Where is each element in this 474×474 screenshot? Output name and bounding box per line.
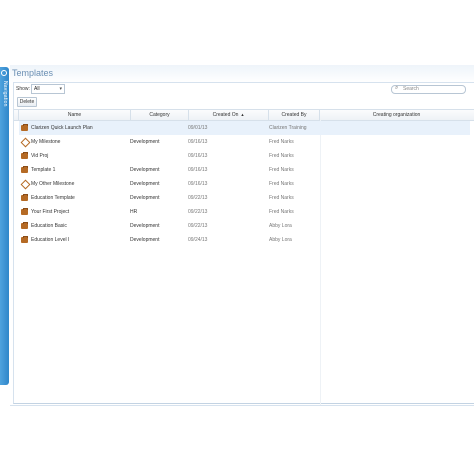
cell-category: Development	[130, 167, 160, 173]
navigation-toggle-icon[interactable]	[1, 70, 7, 76]
table-row[interactable]: My Other Milestone Development 09/16/13 Fre…	[14, 177, 474, 191]
table-row[interactable]: Education Level I Development 09/24/13 Abby…	[14, 233, 474, 247]
cell-created-by: Clarizen Training	[269, 125, 307, 131]
cell-created-by: Fred Narks	[269, 153, 294, 159]
sort-ascending-icon: ▲	[240, 112, 245, 117]
table-row[interactable]: Education Basic Development 09/22/13 Abby L…	[14, 219, 474, 233]
column-header-created-by[interactable]: Created By	[268, 110, 319, 120]
table-row[interactable]: Education Template Development 09/22/13 Fre…	[14, 191, 474, 205]
cell-category: Development	[130, 139, 160, 145]
navigation-label: Navigation	[2, 81, 8, 107]
cell-created-by: Fred Narks	[269, 181, 294, 187]
cell-name[interactable]: Vid Proj	[31, 149, 48, 163]
search-placeholder: Search	[403, 86, 419, 92]
column-header-created-by-label: Created By	[281, 112, 307, 118]
show-label: Show:	[16, 86, 30, 92]
cell-category: Development	[130, 181, 160, 187]
milestone-icon	[20, 179, 31, 190]
cell-name[interactable]: Education Level I	[31, 233, 69, 247]
milestone-icon	[20, 137, 31, 148]
cell-category: Development	[130, 195, 160, 201]
table-row[interactable]: Your First Project HR 09/22/13 Fred Narks	[14, 205, 474, 219]
briefcase-icon	[21, 194, 28, 201]
table-row[interactable]: Vid Proj 09/16/13 Fred Narks	[14, 149, 474, 163]
delete-button[interactable]: Delete	[17, 97, 37, 107]
title-bar: Templates	[10, 65, 474, 83]
search-icon: ⌕	[395, 85, 399, 91]
column-header-creating-organization-label: Creating organization	[372, 112, 421, 118]
briefcase-icon	[21, 222, 28, 229]
briefcase-icon	[21, 166, 28, 173]
cell-name[interactable]: Clarizen Quick Launch Plan	[31, 121, 93, 135]
cell-created-by: Fred Narks	[269, 139, 294, 145]
cell-name[interactable]: My Milestone	[31, 135, 60, 149]
window-bottom-border	[10, 405, 474, 406]
cell-created-on: 09/24/13	[188, 237, 208, 243]
table-row[interactable]: My Milestone Development 09/16/13 Fred Nark…	[14, 135, 474, 149]
cell-category: HR	[130, 209, 138, 215]
column-header-category-label: Category	[149, 112, 170, 118]
cell-created-on: 09/16/13	[188, 139, 208, 145]
cell-category: Development	[130, 237, 160, 243]
cell-name[interactable]: My Other Milestone	[31, 177, 74, 191]
cell-category: Development	[130, 223, 160, 229]
cell-created-on: 09/16/13	[188, 167, 208, 173]
cell-created-on: 09/22/13	[188, 209, 208, 215]
show-filter-select[interactable]: All ▾	[31, 84, 65, 94]
cell-created-by: Abby Lora	[269, 237, 292, 243]
column-header-name[interactable]: Name	[18, 110, 130, 120]
column-header-name-label: Name	[67, 112, 82, 118]
column-header-created-on-label: Created On	[212, 112, 239, 118]
cell-created-by: Fred Narks	[269, 167, 294, 173]
table-row[interactable]: Clarizen Quick Launch Plan 09/01/13 Clariz…	[14, 121, 474, 135]
cell-created-on: 09/22/13	[188, 223, 208, 229]
cell-created-on: 09/16/13	[188, 153, 208, 159]
cell-created-by: Fred Narks	[269, 195, 294, 201]
briefcase-icon	[21, 236, 28, 243]
cell-created-on: 09/01/13	[188, 125, 208, 131]
templates-panel: Show: All ▾ ⌕ Search Delete Name Categor…	[13, 82, 474, 406]
column-header-created-on[interactable]: Created On ▲	[188, 110, 268, 120]
search-input[interactable]: ⌕ Search	[391, 85, 466, 94]
show-filter-value: All	[34, 86, 40, 92]
templates-window: Templates Show: All ▾ ⌕ Search Delete Na…	[10, 65, 474, 406]
column-header-category[interactable]: Category	[130, 110, 188, 120]
briefcase-icon	[21, 208, 28, 215]
column-header-creating-organization[interactable]: Creating organization	[319, 110, 473, 120]
cell-name[interactable]: Education Basic	[31, 219, 67, 233]
cell-created-by: Fred Narks	[269, 209, 294, 215]
page-title: Templates	[12, 68, 54, 78]
cell-created-on: 09/16/13	[188, 181, 208, 187]
cell-name[interactable]: Template 1	[31, 163, 55, 177]
briefcase-icon	[21, 124, 28, 131]
cell-created-on: 09/22/13	[188, 195, 208, 201]
cell-name[interactable]: Your First Project	[31, 205, 69, 219]
cell-created-by: Abby Lora	[269, 223, 292, 229]
chevron-down-icon: ▾	[59, 86, 62, 92]
briefcase-icon	[21, 152, 28, 159]
cell-name[interactable]: Education Template	[31, 191, 75, 205]
navigation-tab[interactable]: Navigation	[0, 67, 9, 385]
table-row[interactable]: Template 1 Development 09/16/13 Fred Narks	[14, 163, 474, 177]
